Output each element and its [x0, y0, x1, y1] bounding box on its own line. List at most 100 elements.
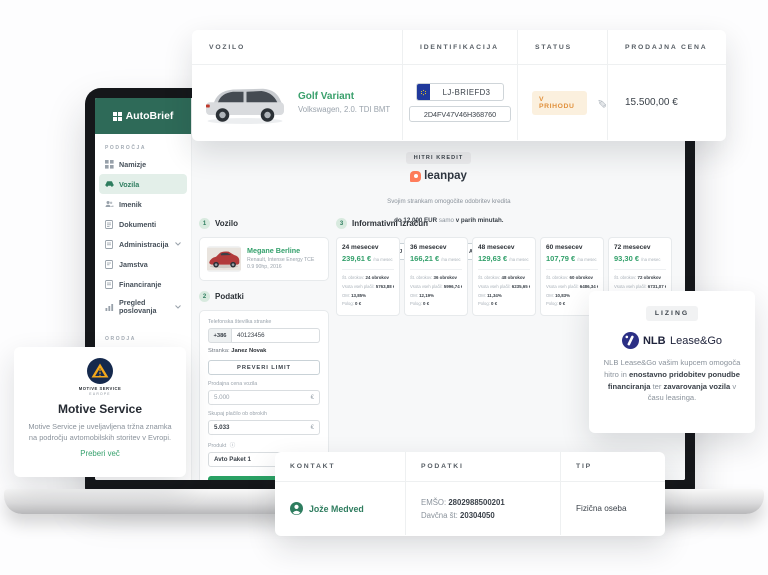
- row-label: Polog:: [546, 301, 558, 306]
- sidebar-item-label: Jamstva: [119, 260, 148, 269]
- step-number: 1: [199, 218, 210, 229]
- total-row: Vsota vseh plačil: 6235,65 €: [478, 283, 530, 292]
- contact-type-cell: Fizična oseba: [560, 482, 665, 535]
- lizing-card: LIZING NLB Lease&Go NLB Lease&Go vašim k…: [589, 291, 755, 433]
- offer-36-months[interactable]: 36 mesecev 166,21 € /na mesec Št. obroko…: [404, 237, 468, 316]
- om-row: OM: 11,34%: [478, 292, 530, 301]
- product-label: Produkt ⓘ: [208, 441, 320, 449]
- row-label: OM:: [478, 293, 486, 298]
- sidebar-item-imenik[interactable]: Imenik: [99, 194, 187, 214]
- phone-input[interactable]: 40123456: [232, 328, 320, 343]
- lizing-description: NLB Lease&Go vašim kupcem omogoča hitro …: [602, 357, 742, 404]
- row-label: Št. obrokov:: [478, 275, 500, 280]
- nlb-bold: NLB: [643, 335, 666, 347]
- offer-months: 24 mesecev: [342, 244, 394, 251]
- total-value: 5.033: [214, 424, 229, 431]
- emso-line: EMŠO: 2802988500201: [421, 498, 560, 507]
- lizing-badge: LIZING: [646, 306, 698, 321]
- sidebar-item-administracija[interactable]: Administracija: [99, 234, 187, 254]
- left-column: 1 Vozilo: [199, 218, 329, 480]
- phone-input-group: +386 40123456: [208, 328, 320, 343]
- eu-flag-icon: [417, 84, 430, 100]
- total-row: Vsota vseh plačil: 5996,74 €: [410, 283, 462, 292]
- row-label: Polog:: [342, 301, 354, 306]
- sidebar-item-label: Dokumenti: [119, 220, 156, 229]
- vehicle-photo: [207, 246, 241, 272]
- row-label: Št. obrokov:: [342, 275, 364, 280]
- product-label-text: Produkt: [208, 443, 226, 449]
- offer-price-value: 166,21 €: [410, 254, 439, 263]
- client-line: Stranka: Janez Novak: [208, 348, 320, 354]
- tax-line: Davčna št: 20304050: [421, 511, 560, 520]
- row-value: 6486,34 €: [580, 284, 598, 289]
- euro-suffix: €: [311, 425, 314, 431]
- chevron-down-icon: [175, 305, 181, 309]
- row-label: Št. obrokov:: [546, 275, 568, 280]
- row-value: 0 €: [423, 301, 429, 306]
- motive-logo-caption: MOTIVE SERVICE: [79, 386, 122, 391]
- column-header: KONTAKT: [275, 452, 405, 481]
- client-name: Janez Novak: [231, 348, 266, 354]
- row-value: 11,34%: [487, 293, 502, 298]
- status-badge: V PRIHODU: [532, 91, 587, 115]
- row-label: Št. obrokov:: [410, 275, 432, 280]
- contact-table-row[interactable]: Jože Medved EMŠO: 2802988500201 Davčna š…: [275, 482, 665, 535]
- row-value: 12,19%: [419, 293, 434, 298]
- row-label: OM:: [546, 293, 554, 298]
- row-value: 10,83%: [555, 293, 570, 298]
- product-value: Avto Paket 1: [214, 456, 251, 463]
- column-header: PRODAJNA CENA: [607, 30, 726, 64]
- offer-price-value: 107,79 €: [546, 254, 575, 263]
- sidebar-item-pregled-poslovanja[interactable]: Pregled poslovanja: [99, 294, 187, 320]
- deposit-row: Polog: 0 €: [342, 300, 394, 309]
- document-icon: [105, 220, 114, 229]
- sidebar-item-jamstva[interactable]: Jamstva: [99, 254, 187, 274]
- motive-description: Motive Service je uveljavljena tržna zna…: [28, 421, 172, 443]
- vehicle-table-row[interactable]: Golf Variant Volkswagen, 2.0. TDI BMT LJ…: [192, 65, 726, 140]
- row-value: 36 obrokov: [434, 275, 457, 280]
- total-input[interactable]: 5.033 €: [208, 420, 320, 435]
- sidebar-section-tools: ORODJA: [105, 336, 191, 342]
- vehicle-subtitle: Renault, Intense Energy TCE 0.9 90hp, 20…: [247, 257, 321, 271]
- column-header: VOZILO: [192, 30, 402, 64]
- read-more-link[interactable]: Preberi več: [80, 449, 119, 458]
- phone-prefix[interactable]: +386: [208, 328, 232, 343]
- contact-table-header: KONTAKT PODATKI TIP: [275, 452, 665, 482]
- installments-row: Št. obrokov: 72 obrokov: [614, 274, 666, 283]
- phone-label: Telefonska številka stranke: [208, 319, 320, 325]
- vehicle-text: Golf Variant Volkswagen, 2.0. TDI BMT: [298, 91, 390, 114]
- step-title: Vozilo: [215, 219, 238, 228]
- vin-input[interactable]: 2D4FV47V46H368760: [409, 106, 511, 122]
- euro-suffix: €: [311, 395, 314, 401]
- sidebar-item-label: Imenik: [119, 200, 142, 209]
- row-value: 0 €: [559, 301, 565, 306]
- om-row: OM: 13,85%: [342, 292, 394, 301]
- row-value: 60 obrokov: [570, 275, 593, 280]
- sidebar-item-dokumenti[interactable]: Dokumenti: [99, 214, 187, 234]
- tax-value: 20304050: [460, 511, 495, 520]
- sidebar-item-label: Vozila: [119, 180, 139, 189]
- row-value: 72 obrokov: [638, 275, 661, 280]
- row-value: 13,85%: [351, 293, 366, 298]
- selected-vehicle-card[interactable]: Megane Berline Renault, Intense Energy T…: [199, 237, 329, 281]
- sidebar-item-namizje[interactable]: Namizje: [99, 154, 187, 174]
- sidebar-item-financiranje[interactable]: Financiranje: [99, 274, 187, 294]
- contact-cell: Jože Medved: [275, 482, 405, 535]
- row-label: OM:: [410, 293, 418, 298]
- info-icon: ⓘ: [230, 443, 236, 449]
- divider: [546, 269, 598, 270]
- offer-24-months[interactable]: 24 mesecev 239,61 € /na mesec Št. obroko…: [336, 237, 400, 316]
- column-header: PODATKI: [405, 452, 560, 481]
- check-limit-button[interactable]: PREVERI LIMIT: [208, 360, 320, 375]
- plate-number: LJ-BRIEFD3: [430, 88, 503, 97]
- price-input[interactable]: 5.000 €: [208, 390, 320, 405]
- column-header: IDENTIFIKACIJA: [402, 30, 517, 64]
- sidebar-item-label: Administracija: [119, 240, 169, 249]
- contact-name: Jože Medved: [309, 504, 364, 514]
- offer-48-months[interactable]: 48 mesecev 129,63 € /na mesec Št. obroko…: [472, 237, 536, 316]
- edit-pencil-icon[interactable]: ✎: [597, 96, 607, 110]
- sidebar-item-vozila[interactable]: Vozila: [99, 174, 187, 194]
- total-label: Skupaj plačilo ob obrokih: [208, 411, 320, 417]
- row-label: Vsota vseh plačil:: [546, 284, 579, 289]
- deposit-row: Polog: 0 €: [478, 300, 530, 309]
